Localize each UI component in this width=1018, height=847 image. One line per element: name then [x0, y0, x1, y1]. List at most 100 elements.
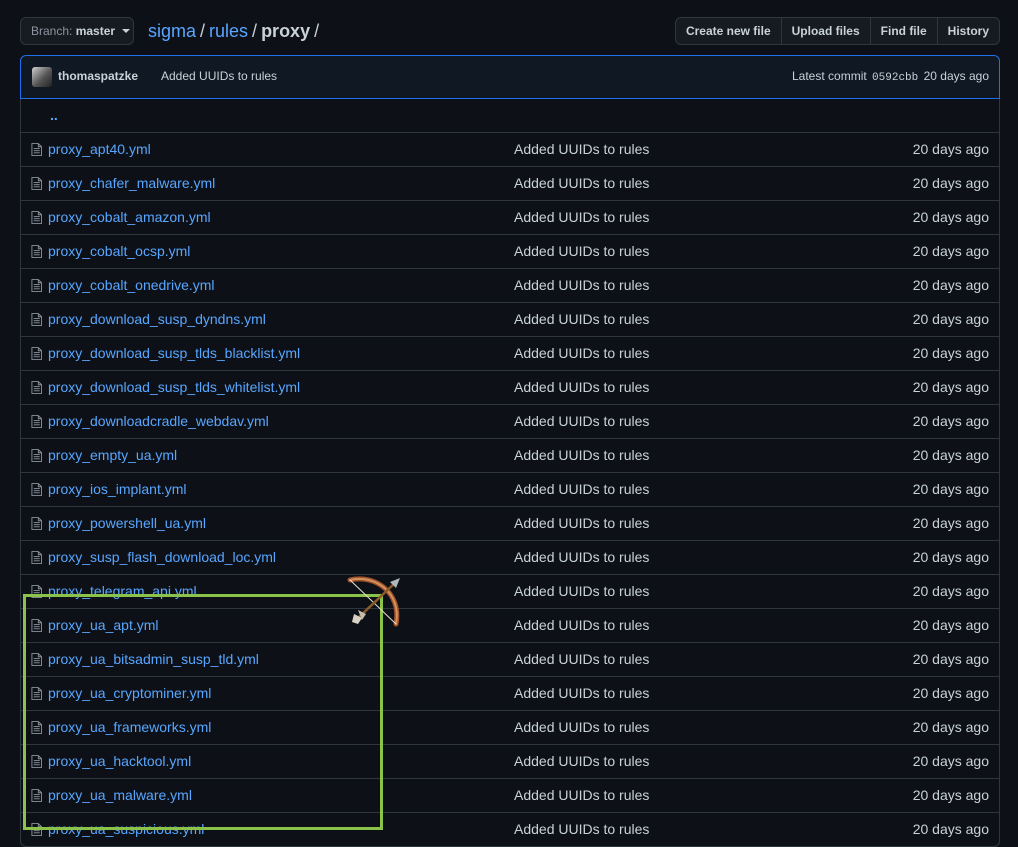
repo-toolbar: Branch: master sigma / rules / proxy / Create…: [20, 17, 1000, 45]
file-row[interactable]: proxy_download_susp_dyndns.yml Added UUID…: [21, 302, 999, 336]
file-commit-message-link[interactable]: Added UUIDs to rules: [514, 473, 649, 505]
file-row[interactable]: proxy_susp_flash_download_loc.yml Added U…: [21, 540, 999, 574]
file-commit-message-link[interactable]: Added UUIDs to rules: [514, 337, 649, 369]
file-commit-age: 20 days ago: [912, 481, 989, 497]
commit-author-link[interactable]: thomaspatzke: [58, 69, 138, 83]
file-list: .. proxy_apt40.yml Added UUIDs to rules 20…: [20, 99, 1000, 847]
file-text-icon: [31, 823, 42, 836]
commit-age: 20 days ago: [923, 69, 989, 83]
file-row[interactable]: proxy_ua_cryptominer.yml Added UUIDs to r…: [21, 676, 999, 710]
file-commit-age: 20 days ago: [912, 311, 989, 327]
file-row[interactable]: proxy_cobalt_onedrive.yml Added UUIDs to …: [21, 268, 999, 302]
file-row[interactable]: proxy_ua_hacktool.yml Added UUIDs to rule…: [21, 744, 999, 778]
file-commit-age: 20 days ago: [912, 549, 989, 565]
file-commit-message-link[interactable]: Added UUIDs to rules: [514, 609, 649, 641]
file-commit-message-link[interactable]: Added UUIDs to rules: [514, 371, 649, 403]
file-actions-group: Create new file Upload files Find file H…: [674, 17, 1000, 45]
file-commit-message-link[interactable]: Added UUIDs to rules: [514, 439, 649, 471]
file-row[interactable]: proxy_ua_frameworks.yml Added UUIDs to ru…: [21, 710, 999, 744]
file-commit-message-link[interactable]: Added UUIDs to rules: [514, 303, 649, 335]
file-name-link[interactable]: proxy_ua_apt.yml: [48, 609, 159, 641]
file-name-link[interactable]: proxy_downloadcradle_webdav.yml: [48, 405, 269, 437]
file-commit-message-link[interactable]: Added UUIDs to rules: [514, 541, 649, 573]
file-row[interactable]: proxy_ua_bitsadmin_susp_tld.yml Added UUI…: [21, 642, 999, 676]
file-name-link[interactable]: proxy_ua_cryptominer.yml: [48, 677, 211, 709]
find-file-button[interactable]: Find file: [869, 17, 938, 45]
file-name-link[interactable]: proxy_powershell_ua.yml: [48, 507, 206, 539]
file-commit-message-link[interactable]: Added UUIDs to rules: [514, 643, 649, 675]
file-commit-message-link[interactable]: Added UUIDs to rules: [514, 235, 649, 267]
file-commit-message-link[interactable]: Added UUIDs to rules: [514, 779, 649, 811]
file-row[interactable]: proxy_ios_implant.yml Added UUIDs to rule…: [21, 472, 999, 506]
file-row[interactable]: proxy_ua_apt.yml Added UUIDs to rules 20 d…: [21, 608, 999, 642]
latest-commit-bar: thomaspatzke Added UUIDs to rules Latest…: [20, 55, 1000, 99]
commit-sha-link[interactable]: 0592cbb: [872, 72, 918, 84]
file-commit-message-link[interactable]: Added UUIDs to rules: [514, 507, 649, 539]
file-row[interactable]: proxy_chafer_malware.yml Added UUIDs to r…: [21, 166, 999, 200]
create-new-file-button[interactable]: Create new file: [674, 17, 782, 45]
file-row[interactable]: proxy_cobalt_amazon.yml Added UUIDs to ru…: [21, 200, 999, 234]
file-row[interactable]: proxy_telegram_api.yml Added UUIDs to rul…: [21, 574, 999, 608]
file-name-link[interactable]: proxy_apt40.yml: [48, 133, 151, 165]
avatar[interactable]: [32, 67, 52, 87]
parent-directory-row[interactable]: ..: [21, 99, 999, 132]
file-text-icon: [31, 381, 42, 394]
file-text-icon: [31, 143, 42, 156]
file-name-link[interactable]: proxy_telegram_api.yml: [48, 575, 197, 607]
file-row[interactable]: proxy_downloadcradle_webdav.yml Added UUI…: [21, 404, 999, 438]
file-row[interactable]: proxy_download_susp_tlds_blacklist.yml Ad…: [21, 336, 999, 370]
file-row[interactable]: proxy_ua_suspicious.yml Added UUIDs to ru…: [21, 812, 999, 846]
file-text-icon: [31, 687, 42, 700]
file-commit-message-link[interactable]: Added UUIDs to rules: [514, 745, 649, 777]
file-commit-age: 20 days ago: [912, 209, 989, 225]
file-commit-message-link[interactable]: Added UUIDs to rules: [514, 133, 649, 165]
upload-files-button[interactable]: Upload files: [780, 17, 871, 45]
file-commit-message-link[interactable]: Added UUIDs to rules: [514, 167, 649, 199]
file-commit-message-link[interactable]: Added UUIDs to rules: [514, 405, 649, 437]
file-commit-message-link[interactable]: Added UUIDs to rules: [514, 201, 649, 233]
file-commit-message-link[interactable]: Added UUIDs to rules: [514, 711, 649, 743]
latest-commit-info: Latest commit 0592cbb 20 days ago: [792, 69, 989, 84]
file-commit-message-link[interactable]: Added UUIDs to rules: [514, 269, 649, 301]
file-name-link[interactable]: proxy_ua_malware.yml: [48, 779, 192, 811]
file-name-link[interactable]: proxy_cobalt_ocsp.yml: [48, 235, 190, 267]
branch-name: master: [75, 24, 116, 38]
file-name-link[interactable]: proxy_empty_ua.yml: [48, 439, 177, 471]
file-commit-age: 20 days ago: [912, 821, 989, 837]
file-name-link[interactable]: proxy_download_susp_tlds_whitelist.yml: [48, 371, 300, 403]
file-row[interactable]: proxy_empty_ua.yml Added UUIDs to rules 20…: [21, 438, 999, 472]
file-text-icon: [31, 177, 42, 190]
file-commit-age: 20 days ago: [912, 651, 989, 667]
file-commit-age: 20 days ago: [912, 515, 989, 531]
file-row[interactable]: proxy_apt40.yml Added UUIDs to rules 20 da…: [21, 132, 999, 166]
file-name-link[interactable]: proxy_ua_frameworks.yml: [48, 711, 211, 743]
file-row[interactable]: proxy_ua_malware.yml Added UUIDs to rules…: [21, 778, 999, 812]
file-name-link[interactable]: proxy_ua_bitsadmin_susp_tld.yml: [48, 643, 259, 675]
file-name-link[interactable]: proxy_download_susp_tlds_blacklist.yml: [48, 337, 300, 369]
file-commit-message-link[interactable]: Added UUIDs to rules: [514, 677, 649, 709]
file-name-link[interactable]: proxy_ua_suspicious.yml: [48, 813, 204, 845]
file-commit-message-link[interactable]: Added UUIDs to rules: [514, 575, 649, 607]
file-text-icon: [31, 245, 42, 258]
file-name-link[interactable]: proxy_cobalt_onedrive.yml: [48, 269, 215, 301]
file-row[interactable]: proxy_cobalt_ocsp.yml Added UUIDs to rule…: [21, 234, 999, 268]
file-name-link[interactable]: proxy_chafer_malware.yml: [48, 167, 215, 199]
file-name-link[interactable]: proxy_download_susp_dyndns.yml: [48, 303, 266, 335]
file-commit-age: 20 days ago: [912, 175, 989, 191]
parent-directory-link[interactable]: ..: [50, 99, 58, 131]
file-commit-age: 20 days ago: [912, 617, 989, 633]
file-name-link[interactable]: proxy_ios_implant.yml: [48, 473, 187, 505]
breadcrumb-separator: /: [200, 21, 206, 41]
file-row[interactable]: proxy_download_susp_tlds_whitelist.yml Ad…: [21, 370, 999, 404]
history-button[interactable]: History: [936, 17, 1000, 45]
file-name-link[interactable]: proxy_ua_hacktool.yml: [48, 745, 191, 777]
branch-selector-button[interactable]: Branch: master: [20, 17, 134, 45]
file-name-link[interactable]: proxy_susp_flash_download_loc.yml: [48, 541, 276, 573]
file-name-link[interactable]: proxy_cobalt_amazon.yml: [48, 201, 211, 233]
breadcrumb-repo-link[interactable]: sigma: [148, 21, 196, 41]
file-commit-message-link[interactable]: Added UUIDs to rules: [514, 813, 649, 845]
breadcrumb-folder-link[interactable]: rules: [209, 21, 248, 41]
file-text-icon: [31, 415, 42, 428]
file-row[interactable]: proxy_powershell_ua.yml Added UUIDs to ru…: [21, 506, 999, 540]
commit-message-link[interactable]: Added UUIDs to rules: [161, 69, 277, 83]
